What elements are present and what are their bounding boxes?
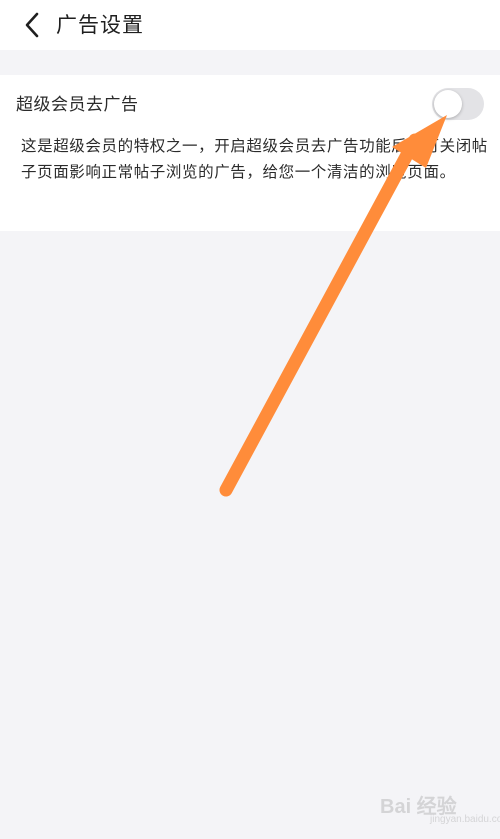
setting-description: 这是超级会员的特权之一，开启超级会员去广告功能后，可关闭帖子页面影响正常帖子浏览… — [21, 137, 488, 181]
back-button[interactable] — [18, 10, 48, 40]
ad-removal-setting-card: 超级会员去广告 这是超级会员的特权之一，开启超级会员去广告功能后，可关闭帖子页面… — [0, 75, 500, 231]
page-title: 广告设置 — [56, 13, 144, 37]
toggle-knob — [434, 90, 462, 118]
setting-label: 超级会员去广告 — [16, 95, 139, 115]
header-bar: 广告设置 — [0, 0, 500, 50]
section-gap — [0, 50, 500, 75]
baidu-watermark: Bai 经验 jingyan.baidu.com — [380, 780, 500, 835]
ad-removal-toggle[interactable] — [432, 88, 484, 120]
chevron-left-icon — [25, 12, 39, 38]
watermark-url: jingyan.baidu.com — [430, 814, 500, 825]
